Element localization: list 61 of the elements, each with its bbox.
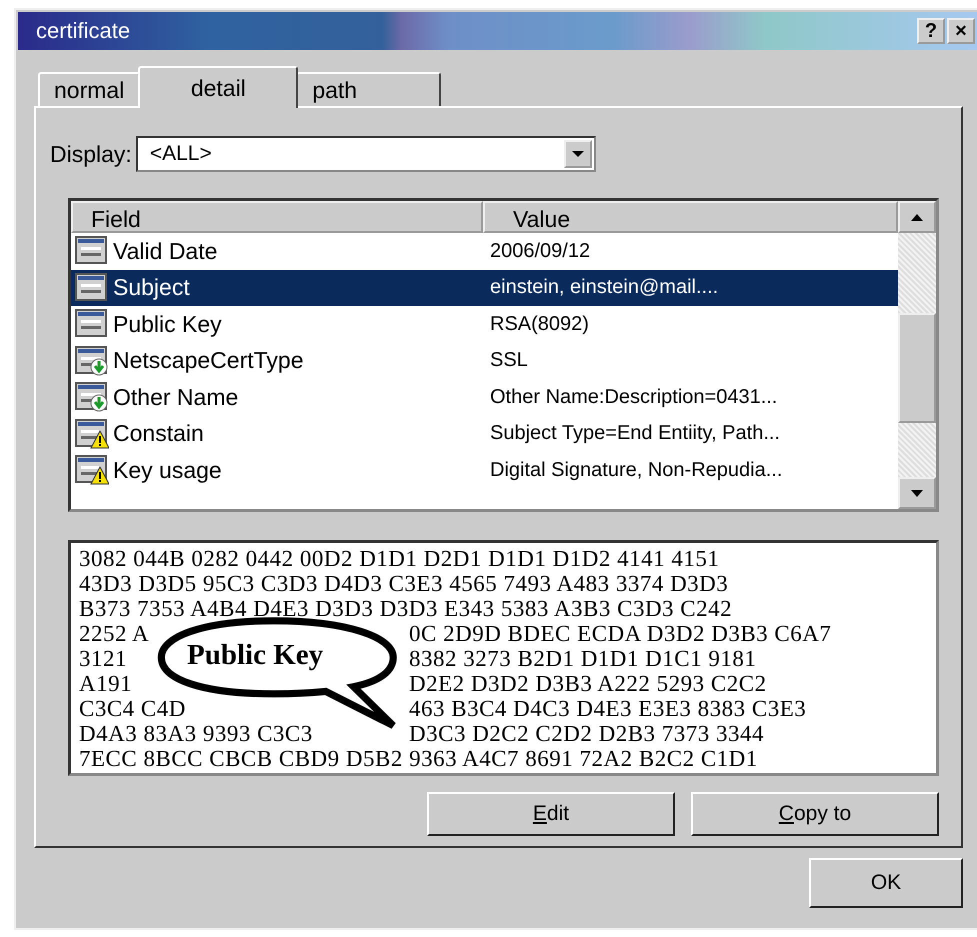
field-name: Valid Date: [113, 238, 218, 265]
close-button[interactable]: ×: [947, 18, 975, 44]
column-header[interactable]: Field: [71, 201, 483, 233]
display-label: Display:: [50, 140, 132, 168]
hex-text: 3121: [79, 646, 127, 671]
hex-text: 43D3 D3D5 95C3 C3D3 D4D3 C3E3 4565 7493 A483 3374 D3D3: [79, 571, 728, 596]
scroll-down-icon[interactable]: [898, 477, 936, 509]
field-name: Subject: [113, 274, 191, 302]
tab[interactable]: path: [296, 72, 442, 106]
scrollbar[interactable]: [898, 201, 936, 509]
hex-text: D4A3 83A3 9393 C3C3: [79, 721, 313, 746]
list-row[interactable]: Other Name Other Name:Description=0431...: [71, 379, 898, 416]
field-value: SSL: [490, 349, 528, 372]
hex-text: D2E2 D3D2 D3B3 A222 5293 C2C2: [409, 671, 767, 696]
hex-text: A191: [79, 671, 132, 696]
copy-button[interactable]: Copy to: [691, 792, 939, 836]
field-value: 2006/09/12: [490, 240, 590, 263]
scroll-up-icon[interactable]: [898, 201, 936, 233]
list-row[interactable]: Subject einstein, einstein@mail....: [71, 270, 898, 306]
field-value: Digital Signature, Non-Repudia...: [490, 458, 782, 482]
hex-text: 3082 044B 0282 0442 00D2 D1D1 D2D1 D1D1 D1D2 4141 4151: [79, 546, 720, 571]
field-name: Key usage: [113, 456, 223, 484]
field-name: Constain: [113, 420, 205, 448]
list-row[interactable]: NetscapeCertType SSL: [71, 342, 898, 379]
list-row[interactable]: Public Key RSA(8092): [71, 306, 898, 342]
column-header[interactable]: Value: [483, 201, 898, 233]
certificate-download-icon: [75, 346, 109, 376]
certificate-field-icon: [75, 309, 109, 340]
hex-text: 0C 2D9D BDEC ECDA D3D2 D3B3 C6A7: [409, 621, 832, 646]
hex-text: B373 7353 A4B4 D4E3 D3D3 D3D3 E343 5383 A3B3 C3D3 C242: [79, 596, 732, 621]
window-title: certificate: [35, 18, 130, 44]
scroll-thumb[interactable]: [898, 313, 936, 423]
field-name: Other Name: [113, 384, 240, 411]
value-textbox[interactable]: [68, 540, 939, 776]
certificate-warning-icon: [75, 455, 109, 486]
list-row[interactable]: Valid Date 2006/09/12: [71, 233, 898, 270]
list-row[interactable]: Key usage Digital Signature, Non-Repudia...: [71, 452, 898, 488]
edit-button[interactable]: Edit: [427, 792, 675, 836]
hex-text: D3C3 D2C2 C2D2 D2B3 7373 3344: [409, 721, 764, 746]
hex-text: C3C4 C4D: [79, 696, 186, 721]
ok-button[interactable]: OK: [809, 858, 963, 908]
field-name: NetscapeCertType: [113, 347, 304, 374]
hex-text: 463 B3C4 D4C3 D4E3 E3E3 8383 C3E3: [409, 696, 806, 721]
help-button[interactable]: ?: [917, 18, 945, 44]
tab[interactable]: normal: [38, 72, 140, 106]
certificate-field-icon: [75, 272, 109, 303]
certificate-warning-icon: [75, 418, 109, 449]
field-value: einstein, einstein@mail....: [490, 276, 718, 300]
field-name: Public Key: [113, 310, 223, 338]
certificate-field-icon: [75, 236, 109, 266]
field-value: Subject Type=End Entiity, Path...: [490, 422, 780, 446]
tab[interactable]: detail: [138, 66, 298, 108]
hex-text: 2252 A: [79, 621, 150, 646]
certificate-download-icon: [75, 382, 109, 412]
callout-text: Public Key: [187, 639, 324, 672]
list-row[interactable]: Constain Subject Type=End Entiity, Path...: [71, 416, 898, 452]
hex-text: 7ECC 8BCC CBCB CBD9 D5B2 9363 A4C7 8691 72A2 B2C2 C1D1: [79, 746, 758, 771]
hex-text: 8382 3273 B2D1 D1D1 D1C1 9181: [409, 646, 756, 671]
display-dropdown[interactable]: <ALL>: [136, 136, 596, 172]
field-value: RSA(8092): [490, 312, 589, 336]
field-value: Other Name:Description=0431...: [490, 386, 778, 409]
